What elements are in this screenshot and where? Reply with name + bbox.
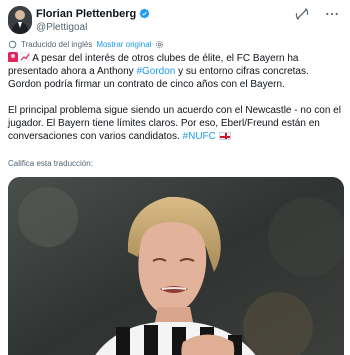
translation-notice: Traducido del inglés Mostrar original: [8, 40, 164, 49]
show-original-link[interactable]: Mostrar original: [96, 40, 151, 49]
tweet-text-segment: El principal problema sigue siendo un ac…: [8, 105, 341, 142]
grok-icon[interactable]: [294, 6, 310, 22]
tweet-text: A pesar del interés de otros clubes de é…: [8, 52, 344, 143]
tweet-paragraph-1: A pesar del interés de otros clubes de é…: [8, 52, 344, 91]
rate-translation-label[interactable]: Califica esta traducción:: [8, 159, 93, 168]
avatar[interactable]: [8, 6, 32, 34]
england-flag-emoji-icon: [218, 132, 231, 140]
hashtag-nufc[interactable]: #NUFC: [183, 131, 216, 142]
author-block: Florian Plettenberg @Plettigoal: [36, 7, 150, 33]
handle[interactable]: @Plettigoal: [36, 22, 150, 33]
display-name[interactable]: Florian Plettenberg: [36, 8, 136, 20]
hashtag-gordon[interactable]: #Gordon: [136, 66, 175, 77]
player-photo-illustration: [8, 177, 344, 355]
settings-gear-icon[interactable]: [155, 40, 164, 49]
verified-badge-icon: [139, 8, 150, 19]
translation-label: Traducido del inglés: [21, 40, 93, 49]
more-icon[interactable]: [324, 6, 340, 22]
tweet-header: Florian Plettenberg @Plettigoal: [8, 6, 342, 36]
siren-emoji-icon: [8, 52, 18, 62]
tweet-media-photo[interactable]: [8, 177, 344, 355]
translate-icon: [8, 40, 17, 49]
tweet-paragraph-2: El principal problema sigue siendo un ac…: [8, 104, 344, 143]
chart-up-emoji-icon: [20, 52, 30, 62]
